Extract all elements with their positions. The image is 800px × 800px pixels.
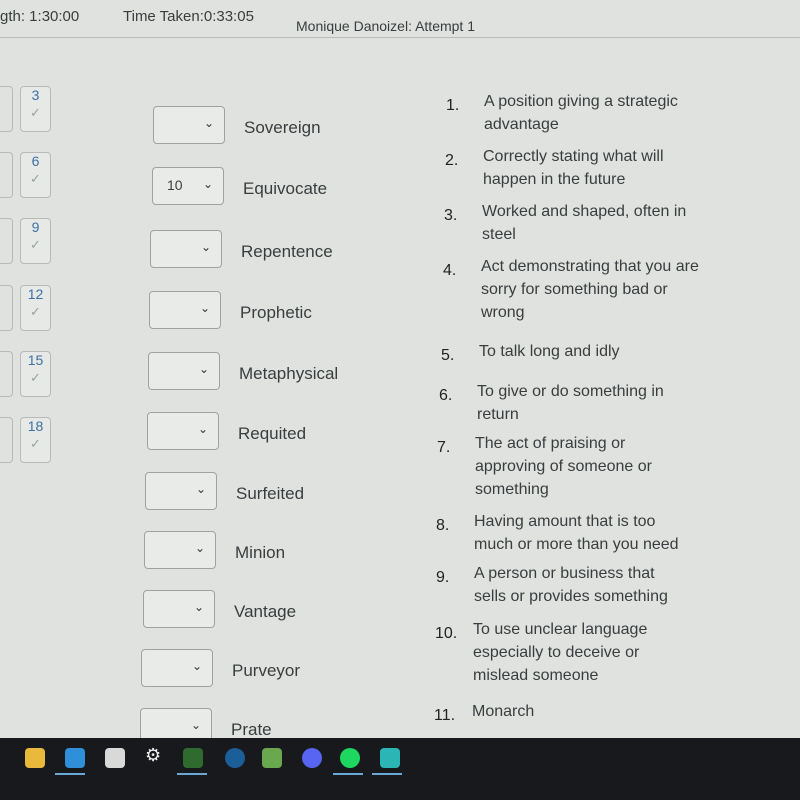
checkmark-icon: ✓ [30, 237, 41, 252]
question-nav-18[interactable]: 18 ✓ [20, 417, 51, 463]
question-nav-15[interactable]: 15 ✓ [20, 351, 51, 397]
answer-dropdown[interactable]: 10 ⌄ [152, 167, 224, 205]
term-label: Prate [231, 720, 272, 739]
checkmark-icon: ✓ [30, 304, 41, 319]
chevron-down-icon: ⌄ [202, 177, 213, 191]
answer-dropdown[interactable]: ⌄ [145, 472, 217, 510]
definition-number: 2. [445, 152, 459, 169]
definition-text: To talk long and idly [479, 343, 620, 360]
term-label: Equivocate [243, 179, 328, 198]
steam-icon[interactable] [225, 748, 245, 768]
running-indicator [177, 773, 207, 775]
question-nav-partial[interactable] [0, 351, 13, 397]
question-nav-partial[interactable] [0, 218, 13, 264]
definition-number: 3. [444, 207, 458, 224]
settings-icon[interactable]: ⚙ [145, 745, 165, 765]
answer-dropdown[interactable]: ⌄ [153, 106, 225, 144]
question-nav-partial[interactable] [0, 152, 13, 198]
definition-text: To use unclear language especially to de… [473, 621, 648, 684]
definition-text: To give or do something in return [477, 383, 664, 423]
definition-number: 1. [446, 97, 460, 114]
definition-number: 11. [434, 707, 456, 724]
taskbar: ⚙ [0, 738, 800, 800]
question-number: 9 [31, 219, 40, 235]
checkmark-icon: ✓ [30, 370, 41, 385]
question-nav-partial[interactable] [0, 86, 13, 132]
attempt-label: Monique Danoizel: Attempt 1 [296, 18, 475, 34]
checkmark-icon: ✓ [30, 171, 41, 186]
definition-text: Having amount that is too much or more t… [474, 513, 679, 553]
term-label: Repentence [241, 242, 333, 261]
chevron-down-icon: ⌄ [200, 240, 211, 254]
time-taken: Time Taken:0:33:05 [123, 8, 254, 25]
term-label: Surfeited [236, 484, 305, 503]
question-number: 6 [31, 153, 40, 169]
definition-number: 7. [437, 439, 451, 456]
definition-text: A position giving a strategic advantage [484, 93, 678, 133]
definition-number: 5. [441, 347, 455, 364]
quiz-header: gth: 1:30:00 Time Taken:0:33:05 Monique … [0, 0, 800, 38]
chevron-down-icon: ⌄ [190, 718, 201, 732]
chevron-down-icon: ⌄ [191, 659, 202, 673]
running-indicator [55, 773, 85, 775]
definition-number: 4. [443, 262, 457, 279]
minecraft-icon[interactable] [262, 748, 282, 768]
term-label: Metaphysical [239, 364, 339, 383]
chevron-down-icon: ⌄ [197, 422, 208, 436]
spotify-icon[interactable] [340, 748, 360, 768]
edge-icon[interactable] [65, 748, 85, 768]
term-label: Vantage [234, 602, 297, 621]
definition-number: 8. [436, 517, 450, 534]
checkmark-icon: ✓ [30, 436, 41, 451]
chevron-down-icon: ⌄ [194, 541, 205, 555]
term-label: Sovereign [244, 118, 321, 137]
selected-value: 10 [167, 177, 183, 193]
term-label: Prophetic [240, 303, 312, 322]
duration: gth: 1:30:00 [0, 8, 80, 25]
definition-number: 9. [436, 569, 450, 586]
definition-text: The act of praising or approving of some… [475, 435, 652, 498]
definition-text: Worked and shaped, often in steel [482, 203, 687, 243]
mg-app-icon[interactable] [183, 748, 203, 768]
chevron-down-icon: ⌄ [199, 301, 210, 315]
question-nav-partial[interactable] [0, 417, 13, 463]
question-nav-partial[interactable] [0, 285, 13, 331]
definition-text: Act demonstrating that you are sorry for… [481, 258, 699, 321]
question-nav-6[interactable]: 6 ✓ [20, 152, 51, 198]
audio-app-icon[interactable] [380, 748, 400, 768]
discord-icon[interactable] [302, 748, 322, 768]
answer-dropdown[interactable]: ⌄ [144, 531, 216, 569]
answer-dropdown[interactable]: ⌄ [143, 590, 215, 628]
answer-dropdown[interactable]: ⌄ [148, 352, 220, 390]
term-label: Requited [238, 424, 307, 443]
question-nav-3[interactable]: 3 ✓ [20, 86, 51, 132]
definition-text: Monarch [472, 703, 535, 720]
checkmark-icon: ✓ [30, 105, 41, 120]
definition-text: A person or business that sells or provi… [474, 565, 668, 605]
question-nav-12[interactable]: 12 ✓ [20, 285, 51, 331]
running-indicator [333, 773, 363, 775]
chevron-down-icon: ⌄ [195, 482, 206, 496]
chevron-down-icon: ⌄ [193, 600, 204, 614]
definition-number: 10. [435, 625, 458, 642]
term-label: Purveyor [232, 661, 301, 680]
answer-dropdown[interactable]: ⌄ [141, 649, 213, 687]
question-number: 12 [27, 286, 44, 302]
chevron-down-icon: ⌄ [203, 116, 214, 130]
definition-text: Correctly stating what will happen in th… [483, 148, 664, 188]
question-number: 3 [31, 87, 40, 103]
term-label: Minion [235, 543, 286, 562]
running-indicator [372, 773, 402, 775]
definition-number: 6. [439, 387, 453, 404]
question-number: 15 [27, 352, 44, 368]
question-nav-9[interactable]: 9 ✓ [20, 218, 51, 264]
answer-dropdown[interactable]: ⌄ [149, 291, 221, 329]
chevron-down-icon: ⌄ [198, 362, 209, 376]
answer-dropdown[interactable]: ⌄ [147, 412, 219, 450]
answer-dropdown[interactable]: ⌄ [150, 230, 222, 268]
store-icon[interactable] [105, 748, 125, 768]
file-explorer-icon[interactable] [25, 748, 45, 768]
question-number: 18 [27, 418, 44, 434]
